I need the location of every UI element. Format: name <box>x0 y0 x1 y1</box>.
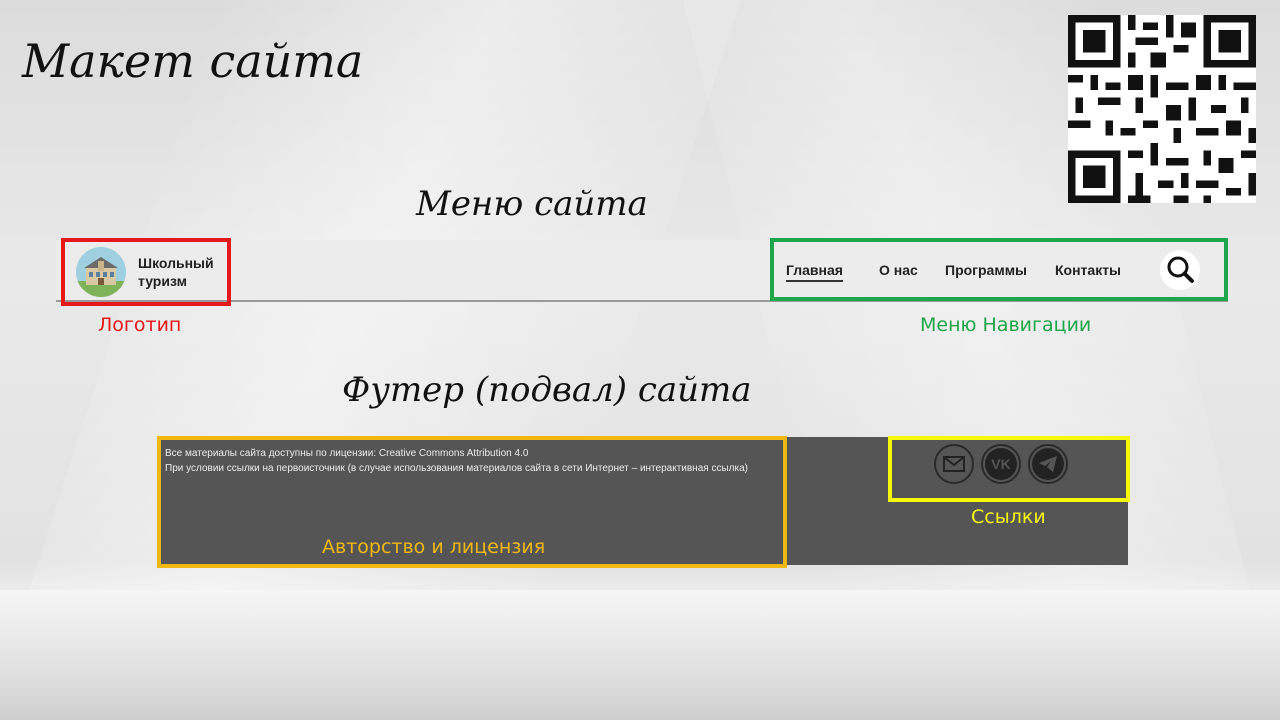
menu-heading: Меню сайта <box>416 184 648 224</box>
license-annotation: Авторство и лицензия <box>322 536 546 558</box>
background-floor <box>0 590 1280 720</box>
links-annotation: Ссылки <box>971 506 1046 528</box>
qr-code <box>1068 15 1256 203</box>
links-highlight-box <box>888 436 1130 502</box>
logo-highlight-box <box>61 238 231 306</box>
footer-heading: Футер (подвал) сайта <box>342 370 752 410</box>
logo-annotation: Логотип <box>98 314 182 336</box>
nav-highlight-box <box>770 238 1228 301</box>
page-title: Макет сайта <box>22 34 364 88</box>
nav-annotation: Меню Навигации <box>920 314 1092 336</box>
